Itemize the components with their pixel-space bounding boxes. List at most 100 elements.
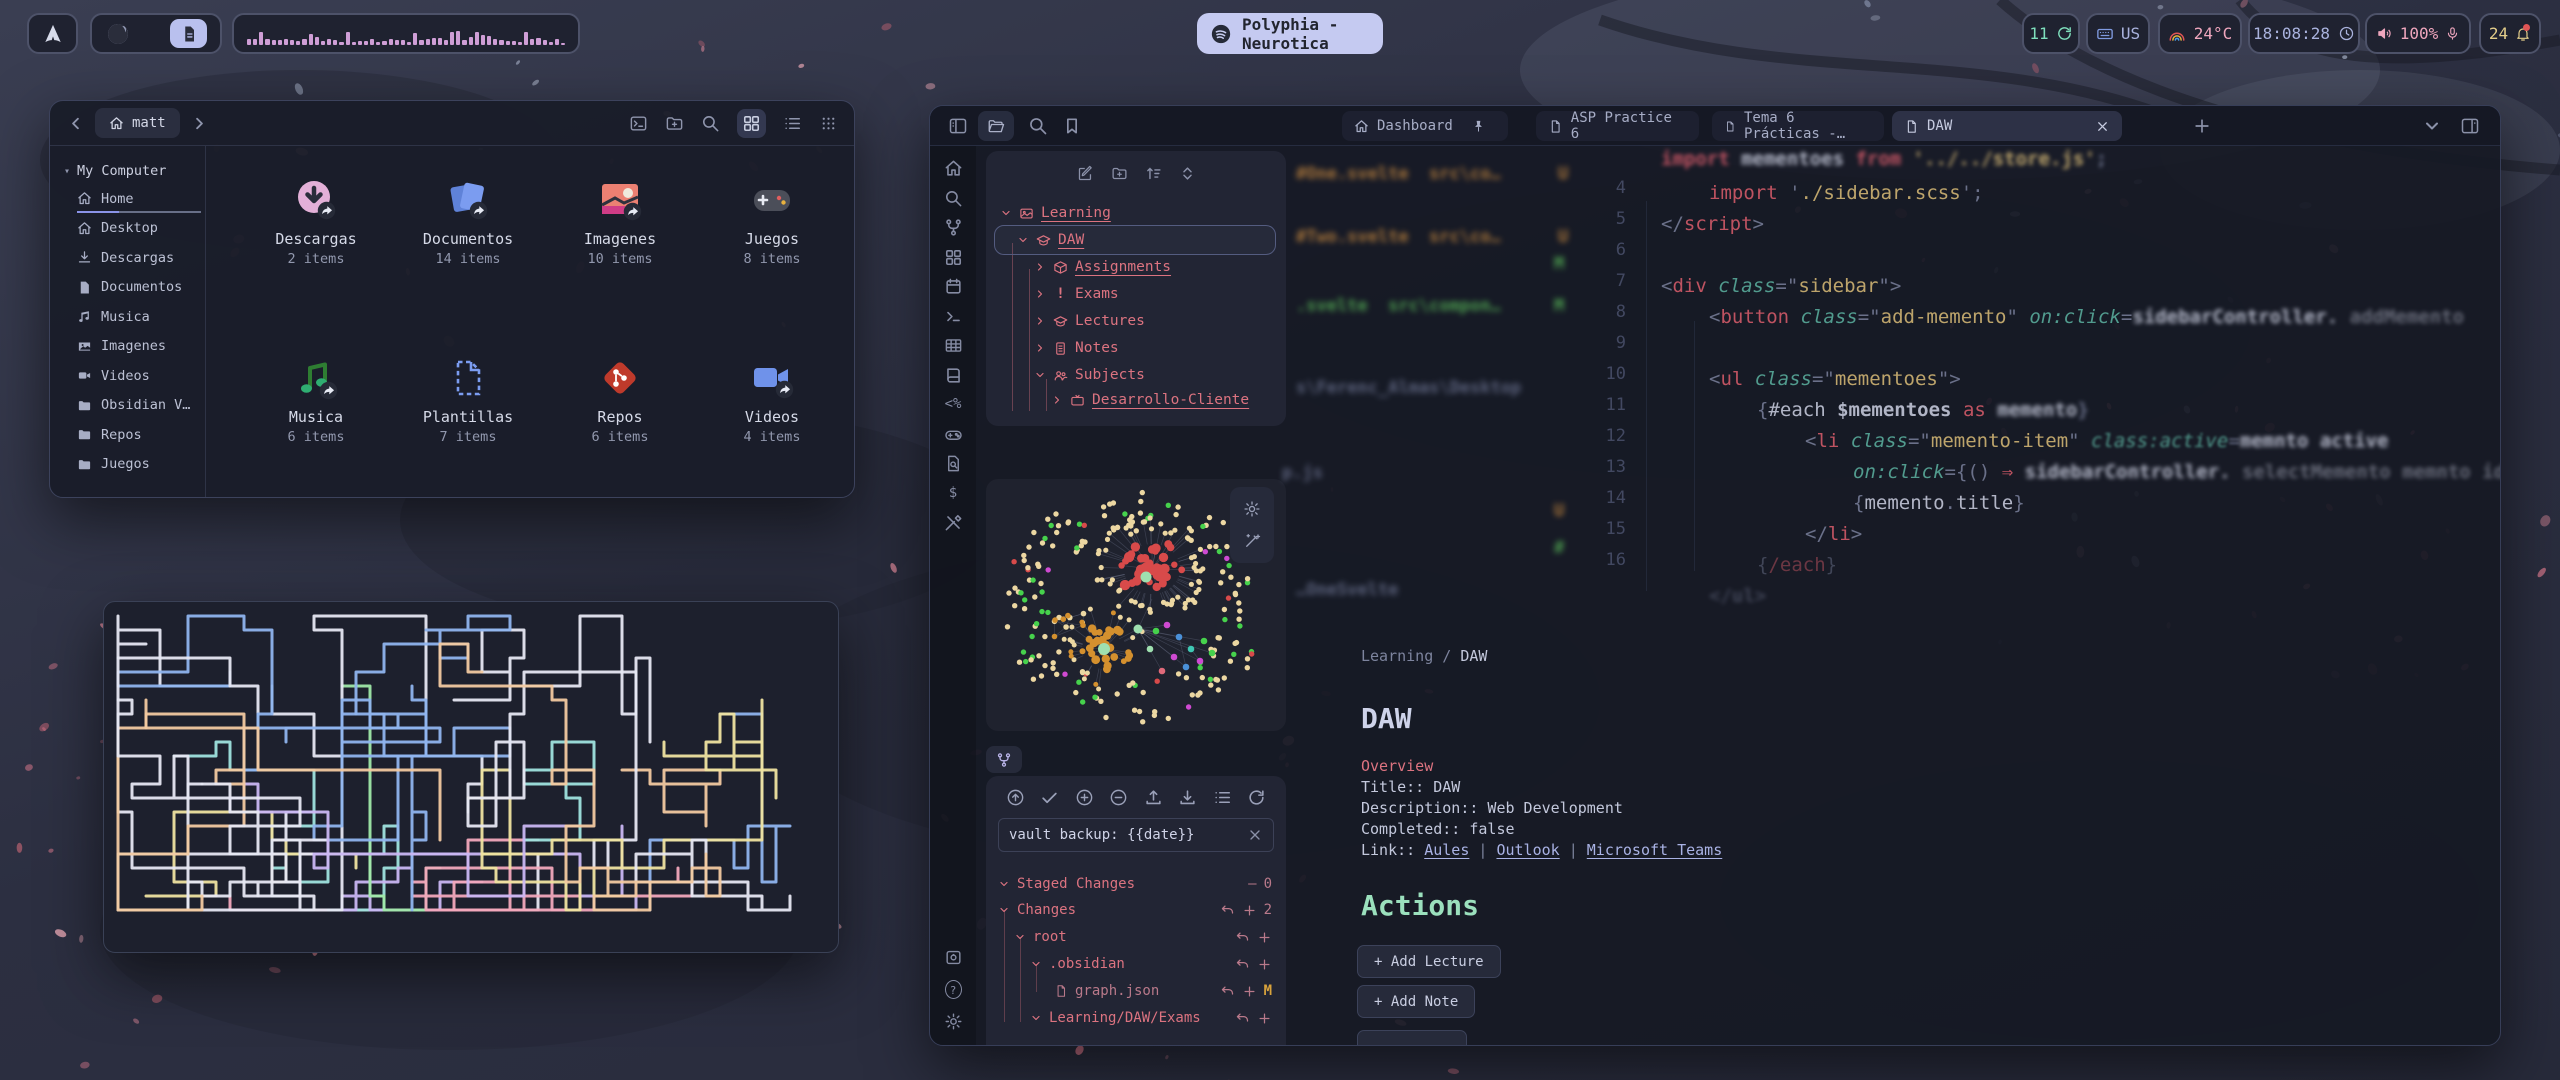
tree-item-notes[interactable]: Notes xyxy=(1034,335,1119,361)
speaker-icon[interactable] xyxy=(2376,25,2393,42)
git-ribbon-icon[interactable] xyxy=(944,218,963,237)
forward-icon[interactable] xyxy=(190,114,209,133)
tab-tema-practicas[interactable]: Tema 6 Prácticas -… xyxy=(1712,111,1884,141)
notifications-indicator[interactable]: 24 xyxy=(2479,13,2541,54)
sidebar-item-juegos[interactable]: Juegos xyxy=(64,450,205,480)
add-lecture-button[interactable]: + Add Lecture xyxy=(1357,945,1501,978)
push-icon[interactable] xyxy=(1144,788,1163,807)
folder-tile-musica[interactable]: Musica 6 items xyxy=(254,355,378,445)
search-icon[interactable] xyxy=(701,114,720,133)
list-view-icon[interactable] xyxy=(783,114,802,133)
templater-ribbon-icon[interactable]: <% xyxy=(945,395,962,414)
folder-tile-imagenes[interactable]: Imagenes 10 items xyxy=(558,177,682,267)
launcher-button[interactable] xyxy=(27,13,78,54)
sidebar-item-repos[interactable]: Repos xyxy=(64,420,205,450)
stage-icon[interactable] xyxy=(1257,930,1272,945)
tab-dashboard[interactable]: Dashboard xyxy=(1342,111,1508,141)
stage-icon[interactable] xyxy=(1242,903,1257,918)
sidebar-item-desktop[interactable]: Desktop xyxy=(64,214,205,244)
help-icon[interactable]: ? xyxy=(945,980,962,999)
folder-tile-juegos[interactable]: Juegos 8 items xyxy=(710,177,834,267)
stage-icon[interactable] xyxy=(1242,984,1257,999)
pull-icon[interactable] xyxy=(1178,788,1197,807)
sidebar-item-home[interactable]: Home xyxy=(64,184,205,214)
discard-icon[interactable] xyxy=(1235,930,1250,945)
git-row-obsidian-dir[interactable]: .obsidian xyxy=(1030,951,1125,977)
graph-filter-wand-icon[interactable] xyxy=(1243,532,1261,550)
book-ribbon-icon[interactable] xyxy=(944,366,963,385)
discard-icon[interactable] xyxy=(1235,1011,1250,1026)
stage-icon[interactable] xyxy=(1257,957,1272,972)
tree-item-learning[interactable]: Learning xyxy=(1000,200,1111,226)
tab-asp-practice[interactable]: ASP Practice 6 xyxy=(1536,111,1699,141)
git-panel-tab[interactable] xyxy=(986,746,1022,773)
tab-list-chevron-icon[interactable] xyxy=(2422,116,2442,136)
new-folder-icon[interactable] xyxy=(665,114,684,133)
sidebar-item-imagenes[interactable]: Imagenes xyxy=(64,332,205,362)
collapse-all-icon[interactable] xyxy=(1179,165,1196,182)
tab-daw[interactable]: DAW xyxy=(1892,111,2122,141)
updates-indicator[interactable]: 11 xyxy=(2022,13,2080,54)
search-ribbon-icon[interactable] xyxy=(944,189,963,208)
sidebar-item-videos[interactable]: Videos xyxy=(64,361,205,391)
refresh-icon[interactable] xyxy=(1247,788,1266,807)
graph-settings-icon[interactable] xyxy=(1243,500,1261,518)
firefox-workspace-icon[interactable] xyxy=(105,21,131,47)
weather-indicator[interactable]: 24°C xyxy=(2158,13,2242,54)
open-terminal-icon[interactable] xyxy=(629,114,648,133)
git-row-exams-actions[interactable] xyxy=(1235,1005,1272,1031)
settings-gear-icon[interactable] xyxy=(944,1012,963,1031)
discard-icon[interactable] xyxy=(1220,984,1235,999)
git-row-root[interactable]: root xyxy=(1014,924,1067,950)
git-row-exams-dir[interactable]: Learning/DAW/Exams xyxy=(1030,1005,1201,1031)
grid-view-button[interactable] xyxy=(737,109,766,138)
new-folder-icon[interactable] xyxy=(1111,165,1128,182)
vault-switcher-icon[interactable] xyxy=(944,948,963,967)
menu-icon[interactable] xyxy=(819,114,838,133)
sidebar-item-documentos[interactable]: Documentos xyxy=(64,273,205,303)
keyboard-layout-indicator[interactable]: US xyxy=(2086,13,2150,54)
left-sidebar-toggle-icon[interactable] xyxy=(948,116,968,136)
tree-item-exams[interactable]: !Exams xyxy=(1034,281,1119,307)
breadcrumb[interactable]: matt xyxy=(95,108,180,138)
file-search-ribbon-icon[interactable] xyxy=(944,454,963,473)
folder-tile-repos[interactable]: Repos 6 items xyxy=(558,355,682,445)
active-workspace-tile[interactable] xyxy=(170,19,207,48)
tree-item-subjects[interactable]: Subjects xyxy=(1034,362,1145,388)
commit-message-input[interactable]: vault backup: {{date}} xyxy=(998,818,1274,852)
close-tab-icon[interactable] xyxy=(2095,119,2110,134)
stage-icon[interactable] xyxy=(1257,1011,1272,1026)
now-playing-pill[interactable]: Polyphia - Neurotica xyxy=(1197,13,1383,54)
git-row-staged-actions[interactable]: —0 xyxy=(1248,871,1272,897)
gamepad-ribbon-icon[interactable] xyxy=(944,425,963,444)
tools-ribbon-icon[interactable] xyxy=(944,513,963,532)
link-outlook[interactable]: Outlook xyxy=(1496,841,1559,859)
terminal-ribbon-icon[interactable] xyxy=(944,307,963,326)
microphone-icon[interactable] xyxy=(2445,26,2460,41)
sort-icon[interactable] xyxy=(1145,165,1162,182)
sidebar-item-obsidian-vault[interactable]: Obsidian V… xyxy=(64,391,205,421)
clear-input-icon[interactable] xyxy=(1247,827,1263,843)
stage-all-icon[interactable] xyxy=(1075,788,1094,807)
pin-icon[interactable] xyxy=(1471,119,1486,134)
folder-tile-descargas[interactable]: Descargas 2 items xyxy=(254,177,378,267)
sidebar-section-title[interactable]: ▾ My Computer xyxy=(64,158,205,184)
sidebar-item-descargas[interactable]: Descargas xyxy=(64,243,205,273)
home-ribbon-icon[interactable] xyxy=(944,159,963,178)
discard-icon[interactable] xyxy=(1220,903,1235,918)
tree-item-lectures[interactable]: Lectures xyxy=(1034,308,1145,334)
change-layout-icon[interactable] xyxy=(1213,788,1232,807)
tree-item-assignments[interactable]: Assignments xyxy=(1034,254,1171,280)
back-icon[interactable] xyxy=(66,114,85,133)
workspaces-pill[interactable] xyxy=(90,13,222,54)
git-row-staged[interactable]: Staged Changes xyxy=(998,871,1135,897)
git-row-changes[interactable]: Changes xyxy=(998,897,1076,923)
unstage-all-icon[interactable] xyxy=(1109,788,1128,807)
currency-ribbon-icon[interactable]: $ xyxy=(949,484,957,503)
commit-icon[interactable] xyxy=(1040,788,1059,807)
calendar-ribbon-icon[interactable] xyxy=(944,277,963,296)
git-row-graph-json[interactable]: graph.json xyxy=(1054,978,1159,1004)
folder-tile-documentos[interactable]: Documentos 14 items xyxy=(406,177,530,267)
link-microsoft-teams[interactable]: Microsoft Teams xyxy=(1587,841,1722,859)
commit-push-icon[interactable] xyxy=(1006,788,1025,807)
